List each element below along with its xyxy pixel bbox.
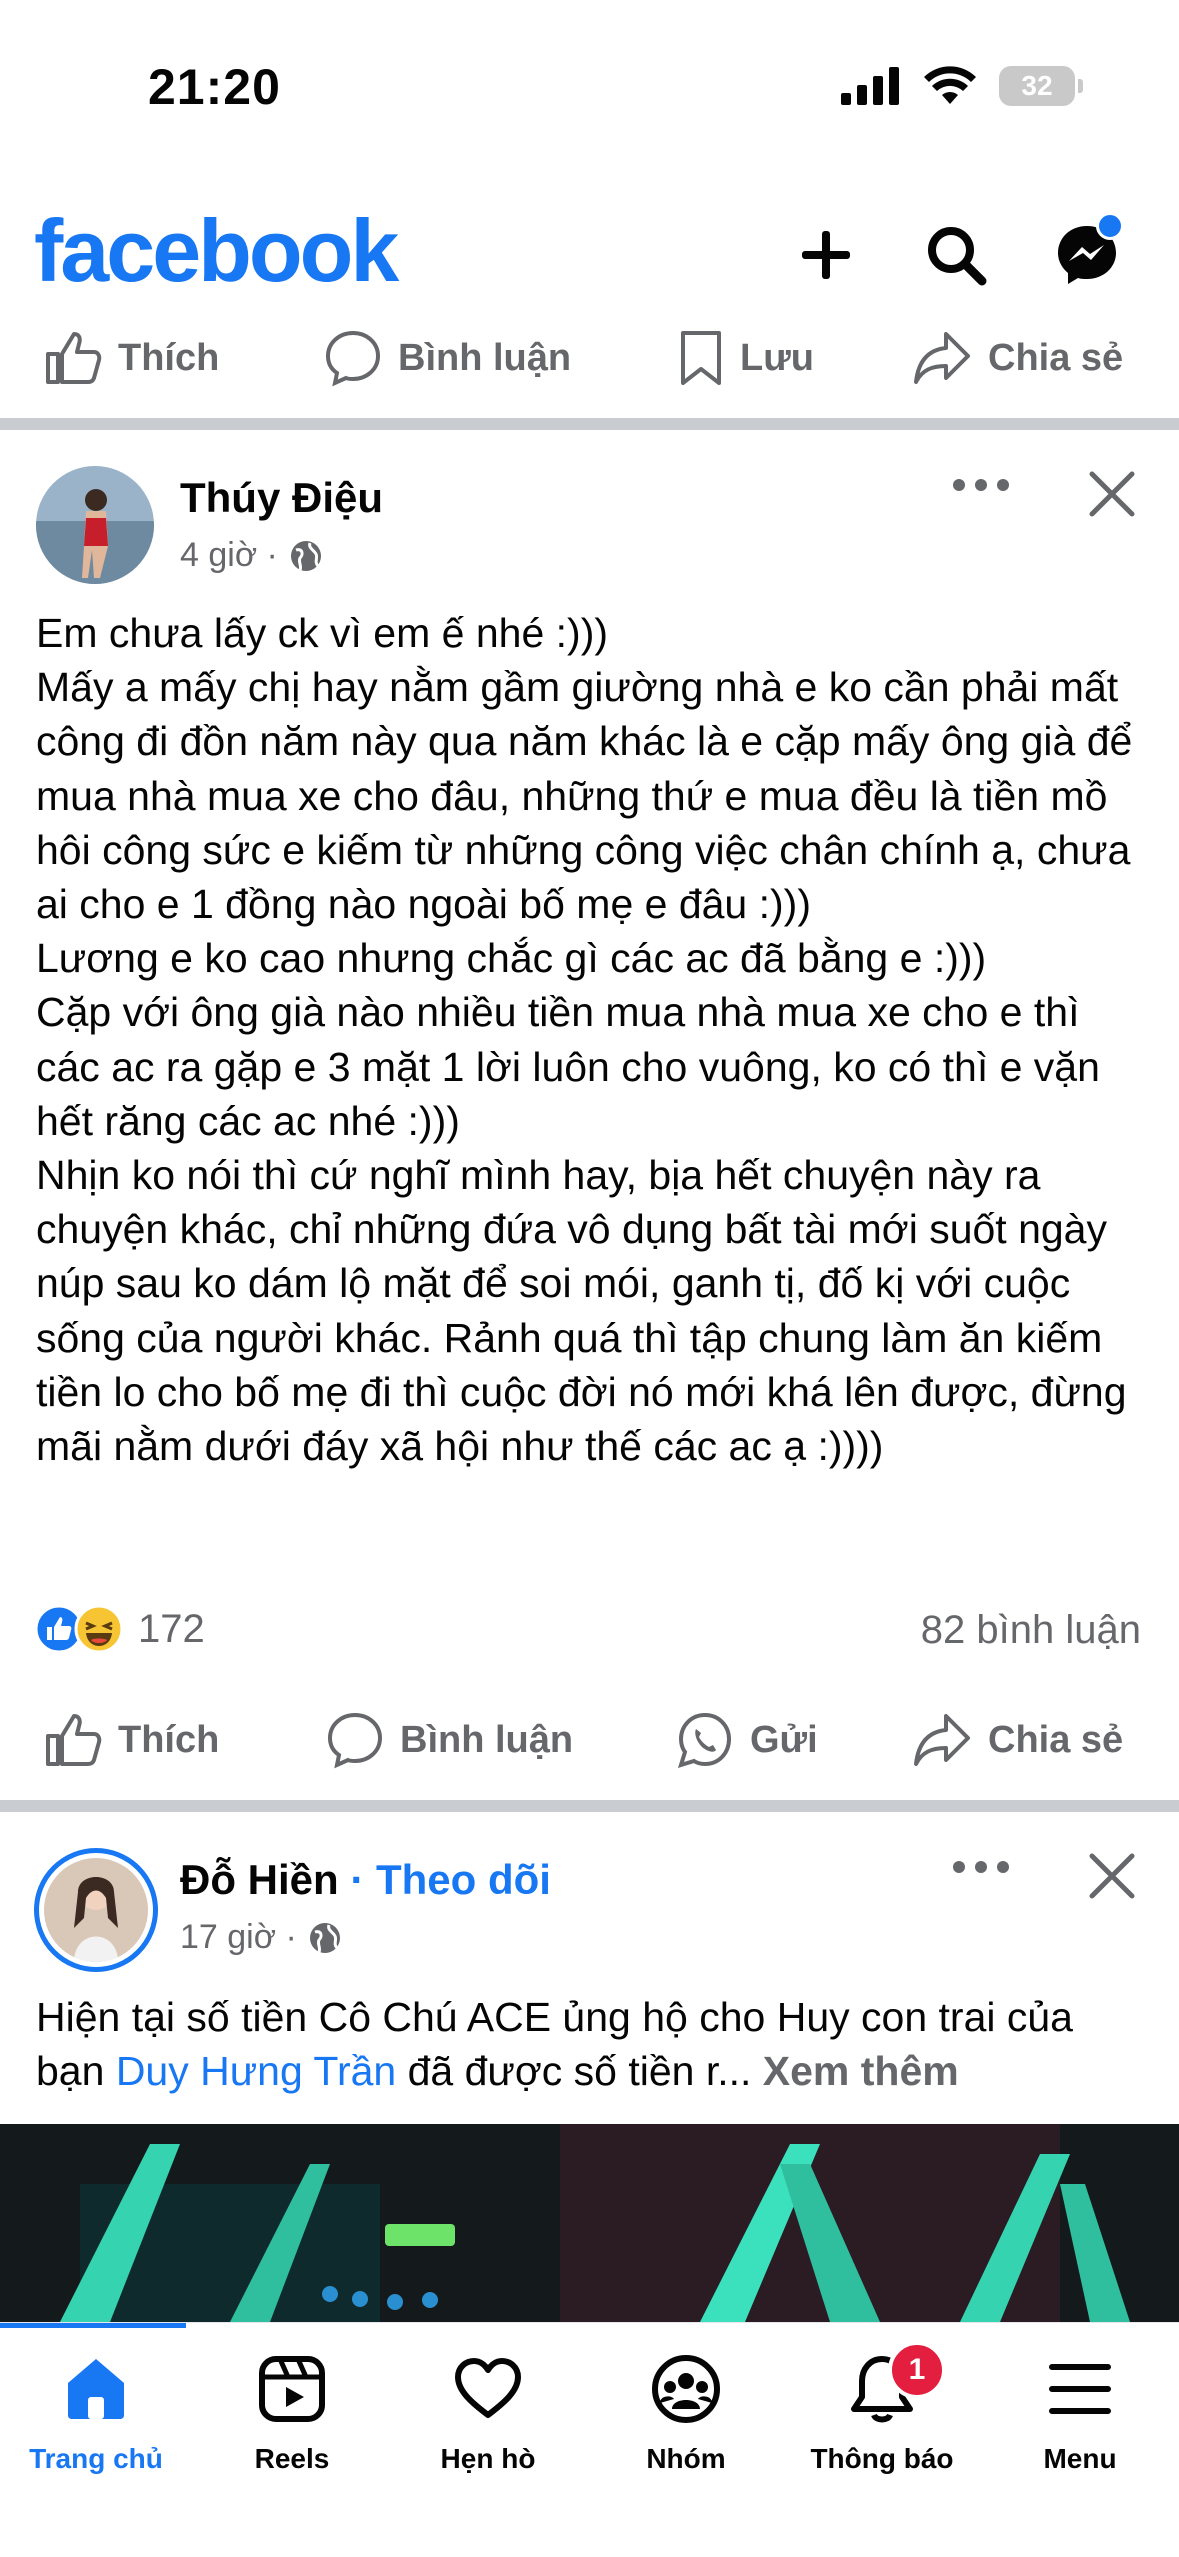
comments-count[interactable]: 82 bình luận	[921, 1608, 1141, 1653]
post-time: 4 giờ ·	[180, 536, 278, 574]
send-label: Gửi	[750, 1718, 818, 1761]
more-icon	[953, 1861, 1009, 1873]
more-icon	[953, 479, 1009, 491]
prev-post-actions: Thích Bình luận Lưu Chia sẻ	[0, 308, 1179, 408]
save-label: Lưu	[740, 336, 814, 379]
battery-indicator: 32	[999, 66, 1083, 106]
tab-label: Thông báo	[810, 2443, 954, 2474]
comment-icon	[327, 1712, 383, 1769]
tab-notifications[interactable]: Thông báo 1	[792, 2341, 972, 2475]
post-author[interactable]: Đỗ Hiền	[180, 1856, 339, 1903]
share-button[interactable]: Chia sẻ	[912, 1712, 1123, 1768]
avatar-photo	[44, 1858, 148, 1962]
hide-post-button[interactable]	[1088, 470, 1136, 523]
comment-button[interactable]: Bình luận	[324, 329, 571, 387]
feed-divider	[0, 418, 1179, 430]
tab-menu[interactable]: Menu	[990, 2353, 1170, 2475]
wifi-icon	[924, 66, 976, 104]
post-photo	[0, 2124, 1179, 2322]
globe-icon	[290, 540, 321, 571]
like-label: Thích	[118, 1718, 220, 1761]
create-button[interactable]	[783, 212, 869, 298]
see-more-link[interactable]: Xem thêm	[763, 2048, 959, 2094]
reactions-count: 172	[138, 1606, 205, 1651]
tab-label: Reels	[254, 2443, 330, 2474]
globe-icon	[309, 1922, 340, 1953]
post-text: Hiện tại số tiền Cô Chú ACE ủng hộ cho H…	[36, 1990, 1146, 2098]
close-icon	[1089, 1853, 1135, 1899]
send-button[interactable]: Gửi	[676, 1711, 818, 1769]
thumbs-up-icon	[46, 1714, 102, 1766]
comment-label: Bình luận	[400, 1718, 574, 1761]
like-button[interactable]: Thích	[44, 330, 219, 386]
comment-label: Bình luận	[398, 336, 572, 379]
tab-groups[interactable]: Nhóm	[596, 2353, 776, 2475]
tab-label: Trang chủ	[29, 2443, 163, 2474]
share-label: Chia sẻ	[988, 336, 1124, 379]
like-label: Thích	[118, 336, 220, 379]
post-meta: 17 giờ ·	[180, 1918, 343, 1957]
thumbs-up-icon	[46, 332, 102, 384]
feed-divider	[0, 1800, 1179, 1812]
home-icon	[68, 2359, 124, 2419]
post-time: 17 giờ ·	[180, 1918, 297, 1956]
status-icons: 32	[841, 66, 1083, 106]
signal-icon	[841, 67, 899, 105]
heart-icon	[455, 2358, 521, 2418]
bottom-tab-bar: Trang chủ Reels Hẹn hò Nhóm Thông báo 1 …	[0, 2322, 1179, 2557]
comment-button[interactable]: Bình luận	[326, 1711, 573, 1769]
story-ring[interactable]	[34, 1848, 158, 1972]
post-image[interactable]	[0, 2124, 1179, 2322]
comment-icon	[325, 330, 381, 387]
post-meta: 4 giờ ·	[180, 536, 324, 575]
active-tab-indicator	[0, 2323, 186, 2328]
tab-home[interactable]: Trang chủ	[6, 2353, 186, 2475]
post-author-line: Đỗ Hiền · Theo dõi	[180, 1856, 551, 1904]
haha-reaction-icon	[74, 1604, 124, 1654]
post-author[interactable]: Thúy Điệu	[180, 474, 383, 522]
tab-label: Menu	[1043, 2443, 1117, 2474]
share-button[interactable]: Chia sẻ	[912, 330, 1123, 386]
like-button[interactable]: Thích	[44, 1712, 219, 1768]
search-button[interactable]	[913, 212, 999, 298]
close-icon	[1089, 471, 1135, 517]
whatsapp-icon	[677, 1712, 732, 1769]
save-button[interactable]: Lưu	[678, 329, 814, 387]
reels-icon	[259, 2356, 325, 2422]
tab-label: Hẹn hò	[440, 2443, 536, 2474]
bookmark-icon	[681, 331, 721, 385]
more-options-button[interactable]	[946, 470, 1016, 505]
avatar[interactable]	[36, 466, 154, 584]
messenger-unread-dot	[1096, 212, 1124, 240]
avatar-photo	[36, 466, 154, 584]
menu-icon	[1049, 2364, 1111, 2414]
post-text-part: đã được số tiền r...	[396, 2048, 763, 2095]
facebook-logo[interactable]: facebook	[34, 200, 399, 302]
avatar	[44, 1858, 148, 1962]
follow-button[interactable]: · Theo dõi	[350, 1856, 551, 1903]
share-label: Chia sẻ	[988, 1718, 1124, 1761]
status-time: 21:20	[148, 59, 281, 115]
groups-icon	[652, 2355, 720, 2423]
tab-dating[interactable]: Hẹn hò	[398, 2353, 578, 2475]
mention-link[interactable]: Duy Hưng Trần	[116, 2048, 396, 2094]
hide-post-button[interactable]	[1088, 1852, 1136, 1905]
tab-reels[interactable]: Reels	[202, 2353, 382, 2475]
share-icon	[914, 1714, 970, 1766]
tab-label: Nhóm	[646, 2443, 726, 2474]
more-options-button[interactable]	[946, 1852, 1016, 1887]
post-text: Em chưa lấy ck vì em ế nhé :))) Mấy a mấ…	[36, 610, 1133, 1470]
notification-badge: 1	[888, 2341, 946, 2399]
plus-icon	[802, 231, 850, 279]
search-icon	[928, 227, 987, 286]
reactions-summary[interactable]: 172	[34, 1604, 205, 1654]
post-actions: Thích Bình luận Gửi Chia sẻ	[0, 1690, 1179, 1790]
share-icon	[914, 332, 970, 384]
messenger-button[interactable]	[1044, 212, 1130, 298]
